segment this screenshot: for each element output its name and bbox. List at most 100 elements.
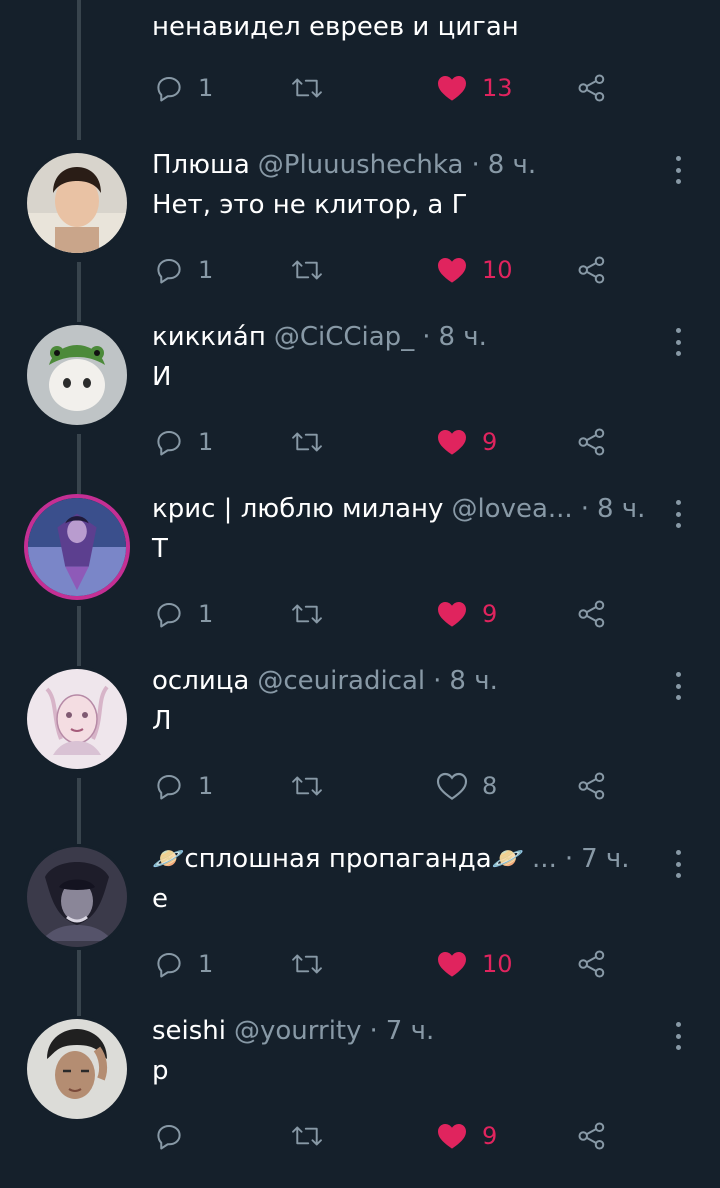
tweet-actions: 1 8 xyxy=(152,766,622,806)
timestamp[interactable]: 8 ч. xyxy=(597,494,645,524)
tweet-text: И xyxy=(152,362,172,392)
retweet-icon xyxy=(292,954,322,974)
share-button[interactable] xyxy=(576,250,608,290)
avatar-image xyxy=(27,669,127,769)
avatar-image xyxy=(28,498,126,596)
avatar-image xyxy=(27,847,127,947)
reply-icon xyxy=(157,603,181,628)
thread-line xyxy=(77,0,81,140)
retweet-button[interactable] xyxy=(290,944,324,984)
avatar[interactable] xyxy=(24,1016,130,1122)
tweet[interactable]: крис | люблю милану @lovea... · 8 ч. Т 1… xyxy=(0,494,720,666)
retweet-button[interactable] xyxy=(290,766,324,806)
tweet-text: р xyxy=(152,1056,169,1086)
share-icon xyxy=(578,1122,605,1150)
reply-icon xyxy=(157,1125,181,1150)
reply-button[interactable] xyxy=(154,1116,198,1156)
timestamp[interactable]: 8 ч. xyxy=(488,150,536,180)
avatar[interactable] xyxy=(24,494,130,600)
retweet-button[interactable] xyxy=(290,594,324,634)
tweet-text: ненавидел евреев и циган xyxy=(152,12,519,42)
like-button[interactable]: 9 xyxy=(436,594,497,634)
user-handle[interactable]: @Pluuushechka xyxy=(258,150,464,180)
share-button[interactable] xyxy=(576,766,608,806)
separator-dot: · xyxy=(433,666,442,696)
avatar-image xyxy=(27,1019,127,1119)
tweet[interactable]: seishi @yourrity · 7 ч. р 9 xyxy=(0,1016,720,1188)
like-button[interactable]: 9 xyxy=(436,422,497,462)
separator-dot: · xyxy=(422,322,431,352)
retweet-icon xyxy=(292,604,322,624)
user-handle[interactable]: ... xyxy=(532,844,557,874)
heart-icon xyxy=(438,258,466,283)
heart-icon xyxy=(438,952,466,977)
display-name[interactable]: крис | люблю милану xyxy=(152,494,443,524)
reply-button[interactable]: 1 xyxy=(154,594,213,634)
more-options-icon[interactable] xyxy=(672,850,684,878)
like-button[interactable]: 10 xyxy=(436,944,513,984)
more-options-icon[interactable] xyxy=(672,500,684,528)
share-button[interactable] xyxy=(576,594,608,634)
like-button[interactable]: 10 xyxy=(436,250,513,290)
retweet-button[interactable] xyxy=(290,422,324,462)
retweet-icon xyxy=(292,78,322,98)
tweet[interactable]: киккиа́п @CiCCiap_ · 8 ч. И 1 9 xyxy=(0,322,720,494)
user-handle[interactable]: @yourrity xyxy=(234,1016,362,1046)
display-name[interactable]: seishi xyxy=(152,1016,226,1046)
tweet[interactable]: Плюша @Pluuushechka · 8 ч. Нет, это не к… xyxy=(0,150,720,322)
share-icon xyxy=(578,772,605,800)
separator-dot: · xyxy=(471,150,480,180)
share-button[interactable] xyxy=(576,944,608,984)
tweet-header: Плюша @Pluuushechka · 8 ч. xyxy=(152,150,660,180)
display-name[interactable]: Плюша xyxy=(152,150,250,180)
tweet-actions: 1 13 xyxy=(152,68,622,108)
reply-button[interactable]: 1 xyxy=(154,766,213,806)
user-handle[interactable]: @ceuiradical xyxy=(257,666,425,696)
reply-count: 1 xyxy=(198,428,214,456)
share-icon xyxy=(578,256,605,284)
more-options-icon[interactable] xyxy=(672,156,684,184)
avatar[interactable] xyxy=(24,322,130,428)
retweet-button[interactable] xyxy=(290,68,324,108)
heart-outline-icon xyxy=(436,772,468,800)
reply-button[interactable]: 1 xyxy=(154,68,213,108)
timestamp[interactable]: 7 ч. xyxy=(581,844,629,874)
share-icon xyxy=(578,428,605,456)
separator-dot: · xyxy=(580,494,589,524)
reply-button[interactable]: 1 xyxy=(154,250,213,290)
share-button[interactable] xyxy=(576,68,608,108)
avatar-image xyxy=(27,325,127,425)
timestamp[interactable]: 8 ч. xyxy=(438,322,486,352)
reply-button[interactable]: 1 xyxy=(154,944,213,984)
more-options-icon[interactable] xyxy=(672,672,684,700)
user-handle[interactable]: @lovea... xyxy=(451,494,572,524)
like-button[interactable]: 13 xyxy=(436,68,513,108)
avatar[interactable] xyxy=(24,844,130,950)
display-name[interactable]: ослица xyxy=(152,666,249,696)
timestamp[interactable]: 7 ч. xyxy=(386,1016,434,1046)
retweet-button[interactable] xyxy=(290,250,324,290)
tweet-actions: 1 10 xyxy=(152,250,622,290)
tweet[interactable]: 🪐сплошная пропаганда🪐 ... · 7 ч. е 1 10 xyxy=(0,844,720,1016)
heart-icon xyxy=(438,430,466,455)
like-count: 10 xyxy=(482,256,513,284)
heart-icon xyxy=(438,1124,466,1149)
separator-dot: · xyxy=(564,844,574,874)
user-handle[interactable]: @CiCCiap_ xyxy=(274,322,414,352)
share-button[interactable] xyxy=(576,1116,608,1156)
display-name[interactable]: 🪐сплошная пропаганда🪐 xyxy=(152,844,524,874)
like-button[interactable]: 9 xyxy=(436,1116,497,1156)
share-icon xyxy=(578,600,605,628)
more-options-icon[interactable] xyxy=(672,328,684,356)
tweet[interactable]: ослица @ceuiradical · 8 ч. Л 1 8 xyxy=(0,666,720,838)
tweet-header: крис | люблю милану @lovea... · 8 ч. xyxy=(152,494,660,524)
avatar[interactable] xyxy=(24,666,130,772)
timestamp[interactable]: 8 ч. xyxy=(449,666,497,696)
like-button[interactable]: 8 xyxy=(436,766,497,806)
display-name[interactable]: киккиа́п xyxy=(152,322,266,352)
retweet-button[interactable] xyxy=(290,1116,324,1156)
reply-button[interactable]: 1 xyxy=(154,422,213,462)
avatar[interactable] xyxy=(24,150,130,256)
share-button[interactable] xyxy=(576,422,608,462)
more-options-icon[interactable] xyxy=(672,1022,684,1050)
